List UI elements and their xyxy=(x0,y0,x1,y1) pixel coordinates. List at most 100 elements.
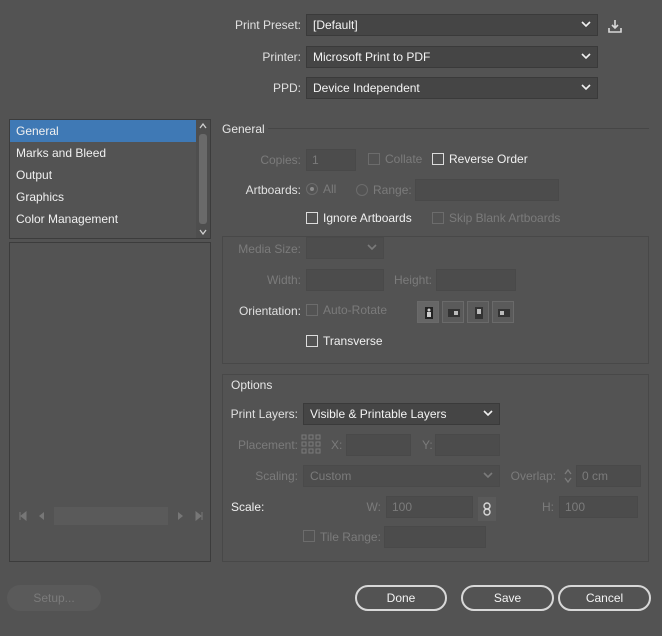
height-input[interactable] xyxy=(436,269,516,291)
scale-h-label: H: xyxy=(542,500,554,514)
scale-w-value: 100 xyxy=(392,500,413,514)
overlap-input[interactable]: 0 cm xyxy=(576,465,641,487)
artboards-range-label: Range: xyxy=(373,183,412,197)
media-size-select[interactable] xyxy=(306,237,384,259)
chevron-down-icon xyxy=(581,53,591,60)
transverse-checkbox[interactable] xyxy=(306,335,318,347)
print-preset-value: [Default] xyxy=(313,18,358,32)
artboards-all-radio[interactable] xyxy=(306,183,318,195)
save-preset-icon[interactable] xyxy=(607,18,623,34)
portrait-flipped-icon xyxy=(475,307,483,319)
cancel-button[interactable]: Cancel xyxy=(558,585,651,611)
prev-page-icon[interactable] xyxy=(38,511,46,521)
save-button[interactable]: Save xyxy=(461,585,554,611)
tile-range-label: Tile Range: xyxy=(320,530,381,544)
reverse-order-label: Reverse Order xyxy=(449,152,528,166)
scaling-label: Scaling: xyxy=(255,469,298,483)
nav-item-graphics[interactable]: Graphics xyxy=(10,186,210,208)
print-layers-label: Print Layers: xyxy=(230,407,298,421)
nav-item-output[interactable]: Output xyxy=(10,164,210,186)
collate-label: Collate xyxy=(385,152,423,166)
scaling-select[interactable]: Custom xyxy=(303,465,500,487)
overlap-stepper-icon[interactable] xyxy=(563,467,573,485)
nav-scroll-thumb[interactable] xyxy=(199,134,207,224)
category-list[interactable]: General Marks and Bleed Output Graphics … xyxy=(9,119,211,239)
height-label: Height: xyxy=(393,273,432,287)
scale-w-input[interactable]: 100 xyxy=(386,496,473,518)
constrain-proportions-button[interactable] xyxy=(478,497,496,521)
landscape-orientation-button[interactable] xyxy=(442,301,464,323)
ignore-artboards-label: Ignore Artboards xyxy=(323,211,412,225)
scale-h-input[interactable]: 100 xyxy=(559,496,638,518)
placement-x-label: X: xyxy=(331,438,343,452)
copies-input[interactable]: 1 xyxy=(306,149,356,171)
ppd-label: PPD: xyxy=(272,81,301,95)
portrait-icon xyxy=(425,307,433,319)
skip-blank-checkbox[interactable] xyxy=(432,212,444,224)
chevron-down-icon xyxy=(581,84,591,91)
placement-x-input[interactable] xyxy=(346,434,411,456)
copies-label: Copies: xyxy=(260,153,301,167)
chevron-down-icon xyxy=(483,472,493,479)
scale-label: Scale: xyxy=(231,500,265,514)
artboards-range-input[interactable] xyxy=(415,179,559,201)
nav-item-general[interactable]: General xyxy=(10,120,210,142)
width-label: Width: xyxy=(266,273,301,287)
reverse-order-checkbox[interactable] xyxy=(432,153,444,165)
tile-range-checkbox[interactable] xyxy=(303,530,315,542)
chevron-down-icon xyxy=(581,21,591,28)
portrait-orientation-button[interactable] xyxy=(417,301,439,323)
page-number-field[interactable] xyxy=(54,507,168,525)
transverse-label: Transverse xyxy=(323,334,383,348)
portrait-flipped-orientation-button[interactable] xyxy=(467,301,489,323)
print-layers-value: Visible & Printable Layers xyxy=(310,407,447,421)
general-divider xyxy=(268,128,649,129)
print-layers-select[interactable]: Visible & Printable Layers xyxy=(303,403,500,425)
scroll-down-icon[interactable] xyxy=(199,229,207,235)
placement-y-label: Y: xyxy=(422,438,433,452)
scaling-value: Custom xyxy=(310,469,352,483)
next-page-icon[interactable] xyxy=(176,511,184,521)
placement-y-input[interactable] xyxy=(435,434,500,456)
auto-rotate-checkbox[interactable] xyxy=(306,304,318,316)
overlap-value: 0 cm xyxy=(582,469,609,483)
artboards-range-radio[interactable] xyxy=(356,184,368,196)
artboards-label: Artboards: xyxy=(245,183,301,197)
copies-value: 1 xyxy=(312,153,319,167)
width-input[interactable] xyxy=(306,269,384,291)
tile-range-input[interactable] xyxy=(384,526,486,548)
link-icon xyxy=(483,502,491,516)
placement-grid-icon[interactable] xyxy=(301,434,321,454)
print-preset-select[interactable]: [Default] xyxy=(306,14,598,36)
nav-item-marks-and-bleed[interactable]: Marks and Bleed xyxy=(10,142,210,164)
nav-item-color-management[interactable]: Color Management xyxy=(10,208,210,230)
nav-scrollbar[interactable] xyxy=(196,120,210,238)
printer-label: Printer: xyxy=(262,50,301,64)
ppd-select[interactable]: Device Independent xyxy=(306,77,598,99)
ignore-artboards-checkbox[interactable] xyxy=(306,212,318,224)
chevron-down-icon xyxy=(483,410,493,417)
print-preview xyxy=(9,242,211,562)
scale-w-label: W: xyxy=(366,500,381,514)
media-size-label: Media Size: xyxy=(238,242,301,256)
scale-h-value: 100 xyxy=(565,500,586,514)
printer-select[interactable]: Microsoft Print to PDF xyxy=(306,46,598,68)
overlap-label: Overlap: xyxy=(510,469,556,483)
landscape-flipped-icon xyxy=(498,309,510,317)
done-button[interactable]: Done xyxy=(355,585,447,611)
print-preset-label: Print Preset: xyxy=(234,18,301,32)
landscape-icon xyxy=(448,309,460,317)
printer-value: Microsoft Print to PDF xyxy=(313,50,431,64)
collate-checkbox[interactable] xyxy=(368,153,380,165)
setup-button[interactable]: Setup... xyxy=(7,585,101,611)
landscape-flipped-orientation-button[interactable] xyxy=(492,301,514,323)
last-page-icon[interactable] xyxy=(194,511,204,521)
auto-rotate-label: Auto-Rotate xyxy=(323,303,388,317)
first-page-icon[interactable] xyxy=(18,511,28,521)
skip-blank-label: Skip Blank Artboards xyxy=(449,211,561,225)
placement-label: Placement: xyxy=(237,438,298,452)
general-section-title: General xyxy=(222,122,265,136)
scroll-up-icon[interactable] xyxy=(199,123,207,129)
artboards-all-label: All xyxy=(323,182,337,196)
ppd-value: Device Independent xyxy=(313,81,420,95)
